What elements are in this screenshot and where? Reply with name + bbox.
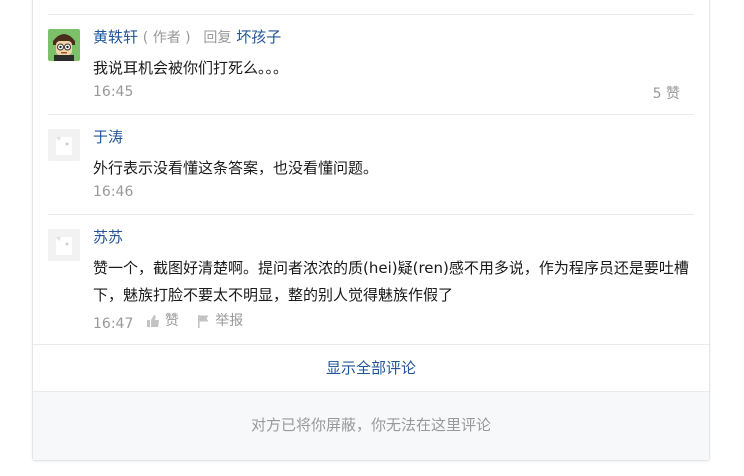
comment-item: 黄轶轩 ( 作者 ) 回复 坏孩子 我说耳机会被你们打死么。。。 16:45 5… [48,14,694,115]
comment-header: 于涛 [93,127,123,147]
flag-icon [198,315,209,328]
comment-time: 16:47 [93,316,134,332]
comments-panel: 黄轶轩 ( 作者 ) 回复 坏孩子 我说耳机会被你们打死么。。。 16:45 5… [32,0,710,461]
avatar[interactable] [48,229,80,261]
show-all-comments-button[interactable]: 显示全部评论 [33,344,709,392]
like-count: 5 赞 [652,86,680,102]
report-button[interactable]: 举报 [197,312,243,330]
like-button[interactable]: 赞 [146,312,179,330]
comment-header: 黄轶轩 ( 作者 ) 回复 坏孩子 [93,27,281,48]
author-link[interactable]: 于涛 [93,128,123,146]
comment-time: 16:46 [93,184,134,200]
comment-time: 16:45 [93,84,134,100]
avatar[interactable] [48,129,80,161]
avatar[interactable] [48,29,80,61]
report-label: 举报 [215,313,244,329]
comment-meta: 16:47 赞 举报 [93,312,257,333]
comment-header: 苏苏 [93,227,123,247]
comment-item: 于涛 外行表示没看懂这条答案，也没看懂问题。 16:46 [48,114,694,215]
thumbs-up-icon [146,315,159,327]
author-link[interactable]: 黄轶轩 [93,28,138,46]
comment-text: 我说耳机会被你们打死么。。。 [93,59,289,77]
author-link[interactable]: 苏苏 [93,228,123,246]
reply-label: 回复 [203,30,232,46]
comment-actions: 赞 举报 [146,312,257,333]
comment-item: 苏苏 赞一个，截图好清楚啊。提问者浓浓的质(hei)疑(ren)感不用多说，作为… [48,214,694,345]
like-label: 赞 [164,313,179,329]
reply-to-link[interactable]: 坏孩子 [236,28,281,46]
author-tag: ( 作者 ) [142,30,191,46]
comment-text: 外行表示没看懂这条答案，也没看懂问题。 [93,159,379,177]
comment-text: 赞一个，截图好清楚啊。提问者浓浓的质(hei)疑(ren)感不用多说，作为程序员… [93,259,689,304]
blocked-notice: 对方已将你屏蔽，你无法在这里评论 [33,392,709,460]
